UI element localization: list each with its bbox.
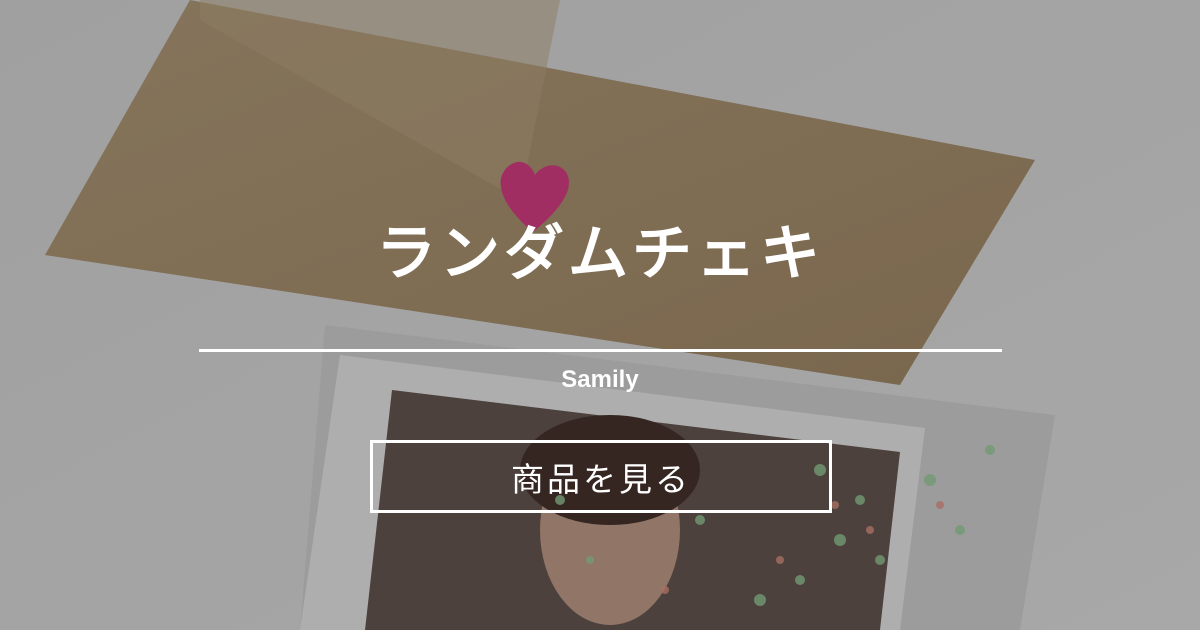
divider <box>199 349 1002 352</box>
product-title: ランダムチェキ <box>376 219 824 289</box>
dark-overlay <box>0 0 1200 630</box>
shop-name: Samily <box>561 366 639 393</box>
view-product-button[interactable]: 商品を見る <box>370 440 832 513</box>
